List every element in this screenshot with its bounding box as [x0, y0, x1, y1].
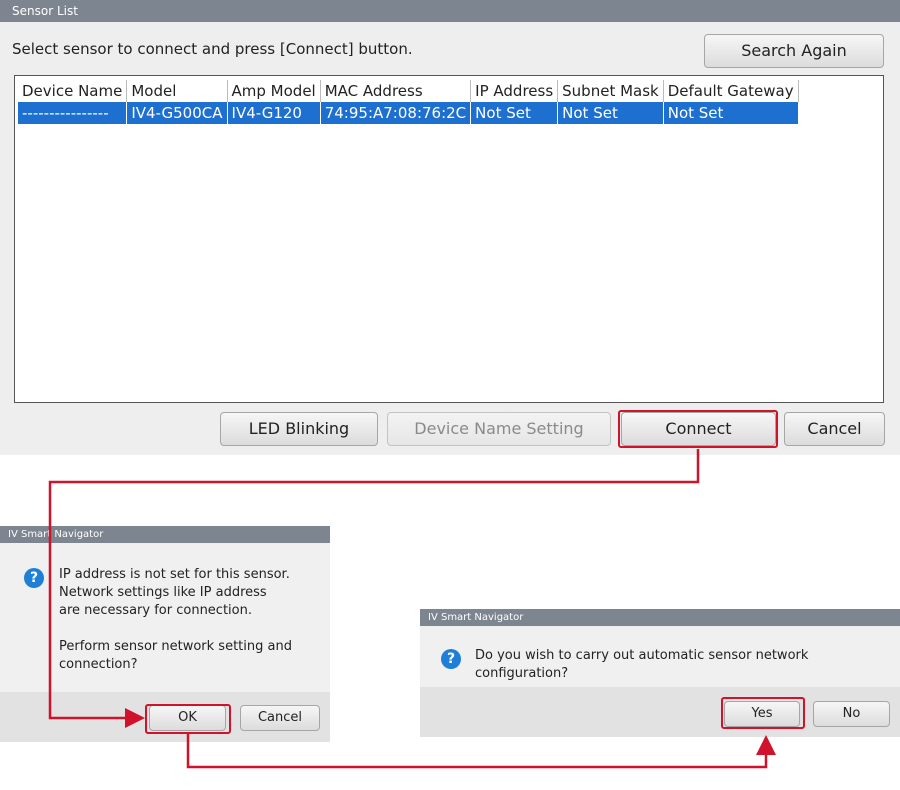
flow-arrows: [48, 449, 776, 769]
ok-to-yes-arrow: [186, 734, 776, 769]
connect-to-ok-arrow: [48, 449, 700, 728]
